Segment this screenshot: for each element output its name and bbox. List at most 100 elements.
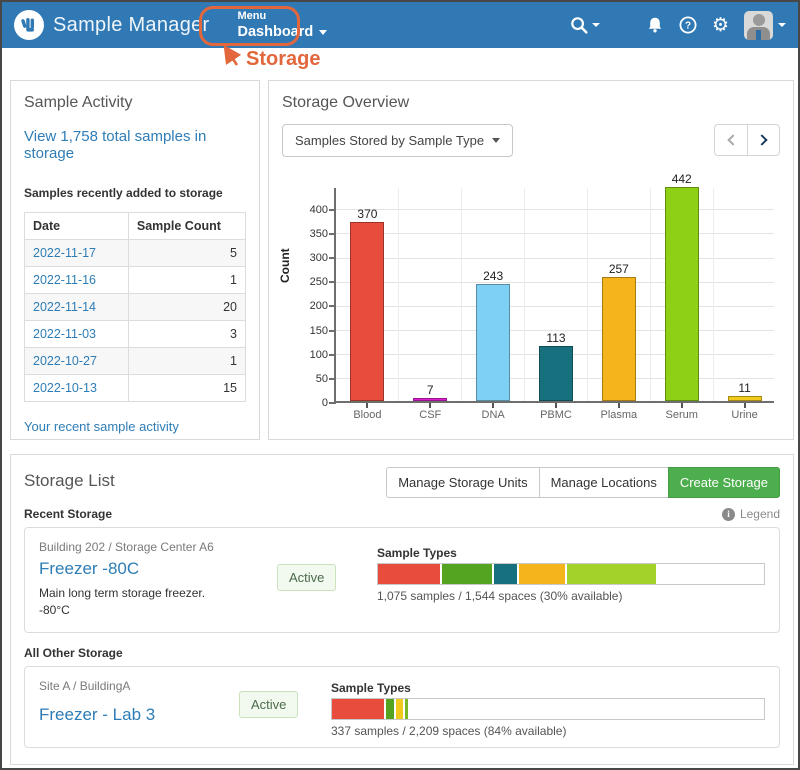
- bar-value-label: 7: [399, 383, 462, 397]
- storage-description: Main long term storage freezer.: [39, 586, 277, 600]
- sample-type-segment: [442, 564, 492, 584]
- all-other-storage-label: All Other Storage: [24, 646, 123, 660]
- settings-gear-icon[interactable]: ⚙: [712, 16, 729, 35]
- y-tick-mark: [329, 209, 336, 211]
- chart-bar[interactable]: [413, 398, 447, 401]
- y-tick-label: 400: [294, 204, 328, 216]
- chart-bar[interactable]: [602, 277, 636, 401]
- date-link[interactable]: 2022-11-03: [33, 327, 96, 341]
- y-gridline: [336, 282, 774, 283]
- total-samples-link[interactable]: View 1,758 total samples in storage: [24, 128, 246, 162]
- app-logo-icon[interactable]: [14, 10, 44, 40]
- menu-dropdown[interactable]: Menu Dashboard: [238, 11, 328, 40]
- table-row: 2022-10-1315: [25, 375, 246, 402]
- recent-samples-table: Date Sample Count 2022-11-175 2022-11-16 1…: [24, 212, 246, 402]
- bar-value-label: 442: [650, 172, 713, 186]
- y-tick-label: 50: [294, 373, 328, 385]
- chart-type-dropdown[interactable]: Samples Stored by Sample Type: [282, 124, 513, 157]
- chevron-down-icon: [592, 23, 600, 27]
- chevron-down-icon: [319, 30, 327, 35]
- sample-type-segment: [519, 564, 565, 584]
- manage-locations-button[interactable]: Manage Locations: [539, 467, 669, 498]
- legend-label: Legend: [740, 507, 780, 521]
- sample-type-segment: [378, 564, 440, 584]
- recent-activity-link[interactable]: Your recent sample activity: [24, 419, 246, 434]
- annotation-arrow-icon: [220, 44, 244, 68]
- date-link[interactable]: 2022-10-27: [33, 354, 97, 368]
- y-tick-mark: [329, 257, 336, 259]
- next-chart-button[interactable]: [747, 124, 780, 156]
- storage-list-title: Storage List: [24, 471, 115, 491]
- previous-chart-button[interactable]: [714, 124, 747, 156]
- date-link[interactable]: 2022-11-16: [33, 273, 96, 287]
- bar-value-label: 11: [713, 381, 776, 395]
- sample-type-segment: [405, 699, 408, 719]
- y-tick-mark: [329, 330, 336, 332]
- chart-plot-area: 050100150200250300350400370Blood7CSF243D…: [334, 188, 774, 403]
- table-row: 2022-11-175: [25, 240, 246, 267]
- x-gridline: [461, 188, 462, 401]
- manage-storage-units-button[interactable]: Manage Storage Units: [386, 467, 539, 498]
- chart-bar[interactable]: [728, 396, 762, 401]
- annotation-label: Storage: [246, 48, 320, 71]
- date-link[interactable]: 2022-11-17: [33, 246, 96, 260]
- chart-bar[interactable]: [476, 284, 510, 401]
- notifications-bell-icon[interactable]: [646, 16, 664, 34]
- sample-count-cell: 3: [128, 321, 245, 348]
- x-gridline: [713, 188, 714, 401]
- sample-type-segment: [332, 699, 384, 719]
- sample-types-bar[interactable]: [331, 698, 765, 720]
- sample-type-segment: [494, 564, 517, 584]
- y-gridline: [336, 209, 774, 210]
- sample-types-label: Sample Types: [377, 546, 765, 560]
- create-storage-button[interactable]: Create Storage: [668, 467, 780, 498]
- chart-bar[interactable]: [665, 187, 699, 401]
- storage-card-freezer-lab3: Site A / BuildingA Freezer - Lab 3 Activ…: [24, 666, 780, 748]
- bar-value-label: 370: [336, 207, 399, 221]
- sample-activity-panel: Sample Activity View 1,758 total samples…: [10, 80, 260, 440]
- sample-type-segment: [386, 699, 394, 719]
- y-tick-mark: [329, 305, 336, 307]
- breadcrumb[interactable]: Site A / BuildingA: [39, 679, 239, 693]
- legend-toggle[interactable]: i Legend: [722, 507, 780, 521]
- sample-type-segment: [567, 564, 656, 584]
- y-tick-label: 0: [294, 397, 328, 409]
- sample-count-cell: 1: [128, 348, 245, 375]
- x-category-label: DNA: [462, 409, 525, 421]
- x-tick-mark: [429, 403, 431, 408]
- x-category-label: Urine: [713, 409, 776, 421]
- storage-unit-link[interactable]: Freezer -80C: [39, 559, 139, 579]
- chart-bar[interactable]: [539, 346, 573, 401]
- x-gridline: [524, 188, 525, 401]
- date-column-header[interactable]: Date: [25, 213, 129, 240]
- storage-unit-link[interactable]: Freezer - Lab 3: [39, 705, 155, 725]
- search-button[interactable]: [570, 16, 600, 35]
- sample-activity-title: Sample Activity: [24, 94, 246, 112]
- x-tick-mark: [618, 403, 620, 408]
- status-badge: Active: [239, 691, 298, 718]
- bar-value-label: 243: [462, 269, 525, 283]
- sample-types-bar[interactable]: [377, 563, 765, 585]
- storage-annotation: Storage: [220, 44, 320, 71]
- x-gridline: [650, 188, 651, 401]
- storage-actions: Manage Storage Units Manage Locations Cr…: [386, 467, 780, 498]
- recent-storage-label: Recent Storage: [24, 507, 112, 521]
- activity-table-body: 2022-11-1752022-11-1612022-11-14202022-1…: [25, 240, 246, 402]
- apps-grid-icon[interactable]: [615, 17, 631, 33]
- table-row: 2022-11-16 1: [25, 267, 246, 294]
- x-category-label: Plasma: [587, 409, 650, 421]
- y-tick-label: 350: [294, 228, 328, 240]
- chart-type-dropdown-label: Samples Stored by Sample Type: [295, 133, 484, 148]
- breadcrumb[interactable]: Building 202 / Storage Center A6: [39, 540, 277, 554]
- user-menu[interactable]: [744, 11, 786, 40]
- storage-card-freezer-80c: Building 202 / Storage Center A6 Freezer…: [24, 527, 780, 633]
- help-icon[interactable]: ?: [679, 16, 697, 34]
- sample-count-column-header[interactable]: Sample Count: [128, 213, 245, 240]
- y-tick-label: 150: [294, 325, 328, 337]
- date-link[interactable]: 2022-10-13: [33, 381, 97, 395]
- chart-bar[interactable]: [350, 222, 384, 401]
- y-gridline: [336, 258, 774, 259]
- date-link[interactable]: 2022-11-14: [33, 300, 96, 314]
- sample-count-cell: 1: [128, 267, 245, 294]
- sample-count-cell: 20: [128, 294, 245, 321]
